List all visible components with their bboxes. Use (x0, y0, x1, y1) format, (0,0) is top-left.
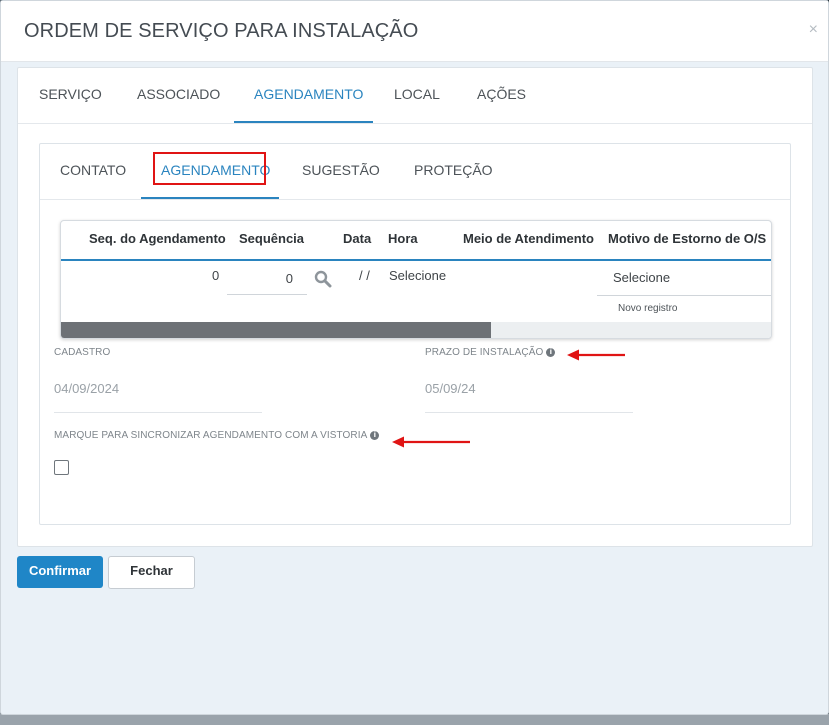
close-icon[interactable]: × (809, 21, 818, 39)
scrollbar-thumb[interactable] (61, 322, 491, 338)
hora-select[interactable]: Selecione (389, 268, 446, 283)
sequencia-input[interactable]: 0 (227, 268, 307, 295)
cadastro-label: CADASTRO (54, 347, 111, 358)
prazo-value: 05/09/24 (425, 381, 476, 396)
scheduling-grid: Seq. do Agendamento Sequência Data Hora … (60, 220, 772, 339)
tab-agendamento[interactable]: AGENDAMENTO (254, 86, 363, 102)
motivo-select[interactable]: Selecione (597, 269, 771, 296)
outer-tab-panel: SERVIÇO ASSOCIADO AGENDAMENTO LOCAL AÇÕE… (17, 67, 813, 547)
close-button[interactable]: Fechar (108, 556, 195, 589)
sync-label-text: MARQUE PARA SINCRONIZAR AGENDAMENTO COM … (54, 430, 368, 441)
column-header[interactable]: Sequência (239, 231, 304, 246)
outer-tab-bar: SERVIÇO ASSOCIADO AGENDAMENTO LOCAL AÇÕE… (18, 68, 812, 124)
horizontal-scrollbar[interactable] (61, 322, 771, 338)
tab-acoes[interactable]: AÇÕES (477, 86, 526, 102)
tab-contato[interactable]: CONTATO (60, 162, 126, 178)
info-icon[interactable]: i (546, 347, 556, 357)
prazo-label-text: PRAZO DE INSTALAÇÃO (425, 347, 544, 358)
search-icon[interactable] (314, 270, 332, 288)
tab-sugestao[interactable]: SUGESTÃO (302, 162, 380, 178)
column-header[interactable]: Meio de Atendimento (463, 231, 594, 246)
column-header[interactable]: Motivo de Estorno de O/S (608, 231, 766, 246)
modal-header: ORDEM DE SERVIÇO PARA INSTALAÇÃO × (1, 1, 828, 62)
novo-registro-link[interactable]: Novo registro (618, 303, 677, 314)
prazo-underline (425, 412, 633, 413)
cadastro-underline (54, 412, 262, 413)
red-arrow-annotation (567, 349, 625, 361)
info-icon[interactable]: i (370, 430, 380, 440)
prazo-label: PRAZO DE INSTALAÇÃO i (425, 347, 556, 358)
inner-tab-bar: CONTATO AGENDAMENTO SUGESTÃO PROTEÇÃO (40, 144, 790, 200)
sync-label: MARQUE PARA SINCRONIZAR AGENDAMENTO COM … (54, 430, 380, 441)
tab-protecao[interactable]: PROTEÇÃO (414, 162, 493, 178)
data-cell[interactable]: / / (359, 268, 370, 283)
column-header[interactable]: Seq. do Agendamento (89, 231, 226, 246)
column-header[interactable]: Data (343, 231, 371, 246)
inner-tab-panel: CONTATO AGENDAMENTO SUGESTÃO PROTEÇÃO Se… (39, 143, 791, 525)
tab-servico[interactable]: SERVIÇO (39, 86, 102, 102)
confirm-button[interactable]: Confirmar (17, 556, 103, 588)
grid-header: Seq. do Agendamento Sequência Data Hora … (61, 221, 771, 261)
active-tab-indicator (234, 121, 373, 123)
background-edge-bottom (0, 714, 829, 725)
active-inner-tab-indicator (141, 197, 279, 199)
service-order-modal: ORDEM DE SERVIÇO PARA INSTALAÇÃO × SERVI… (0, 0, 829, 715)
seq-agendamento-cell: 0 (212, 268, 220, 283)
tab-local[interactable]: LOCAL (394, 86, 440, 102)
sync-checkbox[interactable] (54, 460, 69, 475)
cadastro-value: 04/09/2024 (54, 381, 120, 396)
red-arrow-annotation (392, 436, 470, 448)
column-header[interactable]: Hora (388, 231, 418, 246)
tab-associado[interactable]: ASSOCIADO (137, 86, 220, 102)
modal-title: ORDEM DE SERVIÇO PARA INSTALAÇÃO (24, 20, 419, 42)
red-highlight-box (153, 152, 266, 185)
